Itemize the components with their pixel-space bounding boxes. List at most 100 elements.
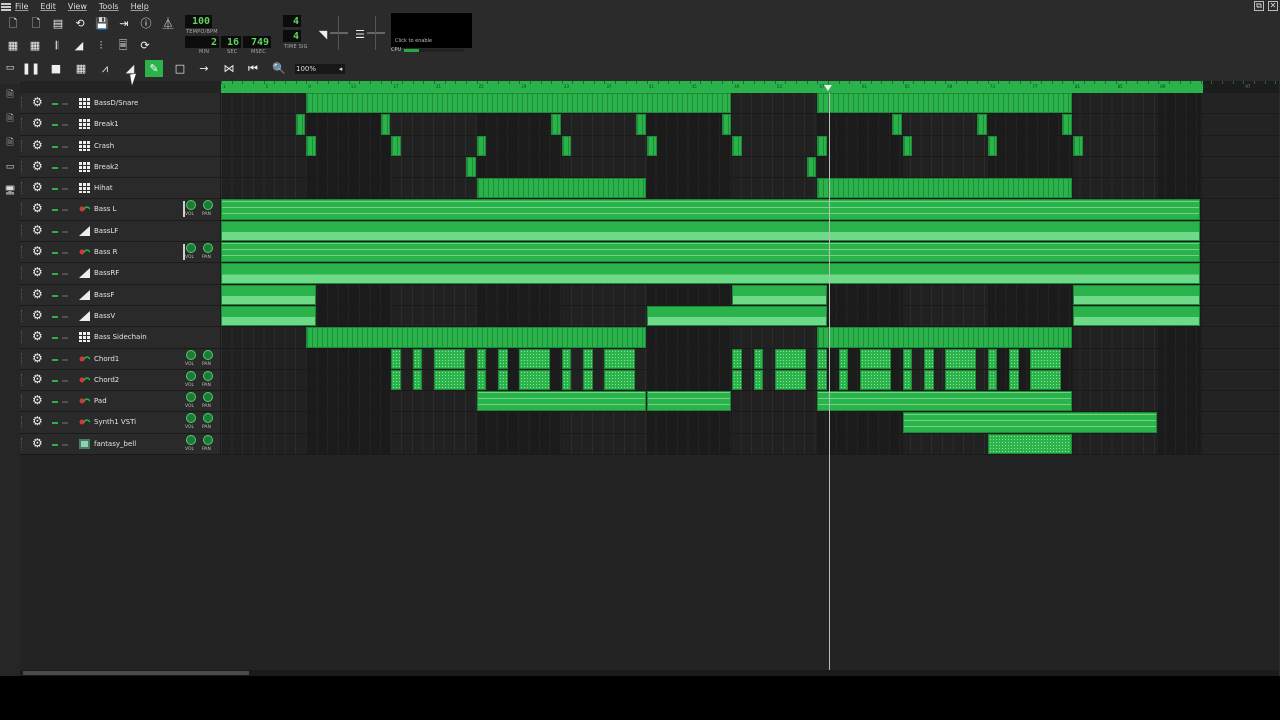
track-settings-gear-icon[interactable]: ⚙ [32, 415, 43, 427]
track-clip[interactable] [1073, 135, 1083, 156]
open-project-icon[interactable]: ▤ [50, 15, 66, 31]
track-clip[interactable] [412, 348, 423, 369]
track-clip[interactable] [519, 369, 551, 391]
mixer-icon[interactable]: ⫶ [93, 37, 109, 53]
track-name[interactable]: BassRF [94, 269, 119, 277]
scrollbar-handle[interactable] [23, 671, 249, 675]
track-clip[interactable] [732, 369, 742, 391]
track-settings-gear-icon[interactable]: ⚙ [32, 245, 43, 257]
track-clip[interactable] [380, 114, 391, 135]
track-mute-button[interactable] [52, 230, 58, 233]
time-min-display[interactable]: 2 [185, 36, 219, 48]
track-lane[interactable] [221, 433, 1203, 455]
track-clip[interactable] [817, 135, 828, 156]
track-clip[interactable] [295, 114, 306, 135]
track-clip[interactable] [902, 135, 913, 156]
track-clip[interactable] [391, 348, 402, 369]
track-clip[interactable] [977, 114, 987, 135]
track-clip[interactable] [583, 348, 593, 369]
song-editor-icon[interactable]: ▦ [5, 37, 21, 53]
menu-view[interactable]: View [68, 2, 87, 11]
track-name[interactable]: BassF [94, 291, 114, 299]
track-clip[interactable] [476, 348, 487, 369]
my-presets-icon[interactable]: ▭ [5, 162, 15, 172]
track-solo-button[interactable] [62, 124, 68, 127]
track-name[interactable]: Bass R [94, 248, 117, 256]
automation-editor-icon[interactable]: ◢ [71, 37, 87, 53]
track-lane[interactable] [221, 412, 1203, 433]
controller-rack-icon[interactable]: ⟳ [137, 37, 153, 53]
track-clip[interactable] [647, 305, 828, 327]
vol-knob[interactable] [186, 392, 196, 403]
track-clip[interactable] [561, 348, 572, 369]
track-clip[interactable] [945, 369, 977, 391]
track-clip[interactable] [923, 348, 934, 369]
track-grip-handle[interactable] [21, 309, 25, 322]
beat-bassline-editor-icon[interactable]: ▦ [27, 37, 43, 53]
track-name[interactable]: Bass Sidechain [94, 333, 147, 341]
track-header[interactable]: ⚙ Break1 [20, 114, 221, 135]
autoscroll-button[interactable]: → [195, 60, 213, 77]
track-lane[interactable] [221, 242, 1203, 263]
pan-knob[interactable] [203, 413, 213, 424]
track-clip[interactable] [476, 391, 646, 412]
track-solo-button[interactable] [62, 315, 68, 318]
track-settings-gear-icon[interactable]: ⚙ [32, 352, 43, 364]
track-name[interactable]: fantasy_bell [94, 440, 136, 448]
track-lane[interactable] [221, 114, 1203, 135]
track-clip[interactable] [561, 135, 572, 156]
project-notes-icon[interactable]: 🗏 [115, 37, 131, 53]
track-clip[interactable] [647, 135, 657, 156]
track-clip[interactable] [987, 135, 998, 156]
track-lane[interactable] [221, 156, 1203, 178]
track-grip-handle[interactable] [21, 139, 25, 152]
track-grip-handle[interactable] [21, 97, 25, 109]
track-grip-handle[interactable] [21, 182, 25, 195]
track-clip[interactable] [221, 242, 1200, 263]
track-clip[interactable] [1030, 369, 1062, 391]
track-lane[interactable] [221, 391, 1203, 412]
track-header[interactable]: ⚙ BassRF [20, 263, 221, 284]
track-lane[interactable] [221, 199, 1203, 220]
track-solo-button[interactable] [62, 188, 68, 191]
track-lane[interactable] [221, 305, 1203, 327]
track-grip-handle[interactable] [21, 160, 25, 173]
track-grip-handle[interactable] [21, 395, 25, 408]
track-settings-gear-icon[interactable]: ⚙ [32, 139, 43, 151]
track-solo-button[interactable] [62, 230, 68, 233]
track-clip[interactable] [306, 327, 646, 348]
track-clip[interactable] [774, 348, 806, 369]
track-clip[interactable] [838, 369, 849, 391]
track-settings-gear-icon[interactable]: ⚙ [32, 117, 43, 129]
track-clip[interactable] [1073, 305, 1200, 327]
track-header[interactable]: ⚙ Synth1 VSTi VOL PAN [20, 412, 221, 433]
add-beat-bassline-button[interactable]: ▦ [72, 60, 90, 77]
draw-mode-button[interactable]: ✎ [145, 60, 163, 77]
track-grip-handle[interactable] [21, 267, 25, 280]
track-mute-button[interactable] [52, 273, 58, 276]
track-clip[interactable] [583, 369, 593, 391]
track-clip[interactable] [604, 348, 636, 369]
track-grip-handle[interactable] [21, 118, 25, 131]
track-clip[interactable] [476, 369, 487, 391]
track-solo-button[interactable] [62, 145, 68, 148]
app-menu-icon[interactable] [1, 2, 11, 12]
track-lane[interactable] [221, 263, 1203, 284]
track-mute-button[interactable] [52, 443, 58, 446]
track-clip[interactable] [221, 263, 1200, 284]
add-sample-track-button[interactable]: ⩘ [96, 60, 114, 77]
track-settings-gear-icon[interactable]: ⚙ [32, 181, 43, 193]
vol-knob[interactable] [186, 370, 196, 381]
track-header[interactable]: ⚙ Pad VOL PAN [20, 391, 221, 412]
track-clip[interactable] [732, 135, 742, 156]
track-clip[interactable] [221, 199, 1200, 220]
track-clip[interactable] [774, 369, 806, 391]
track-mute-button[interactable] [52, 401, 58, 404]
track-clip[interactable] [987, 433, 1072, 455]
track-mute-button[interactable] [52, 103, 58, 105]
track-clip[interactable] [891, 114, 902, 135]
timesig-numerator[interactable]: 4 [283, 15, 301, 27]
track-clip[interactable] [647, 391, 732, 412]
track-clip[interactable] [306, 93, 732, 114]
horizontal-scrollbar[interactable] [20, 670, 1279, 676]
